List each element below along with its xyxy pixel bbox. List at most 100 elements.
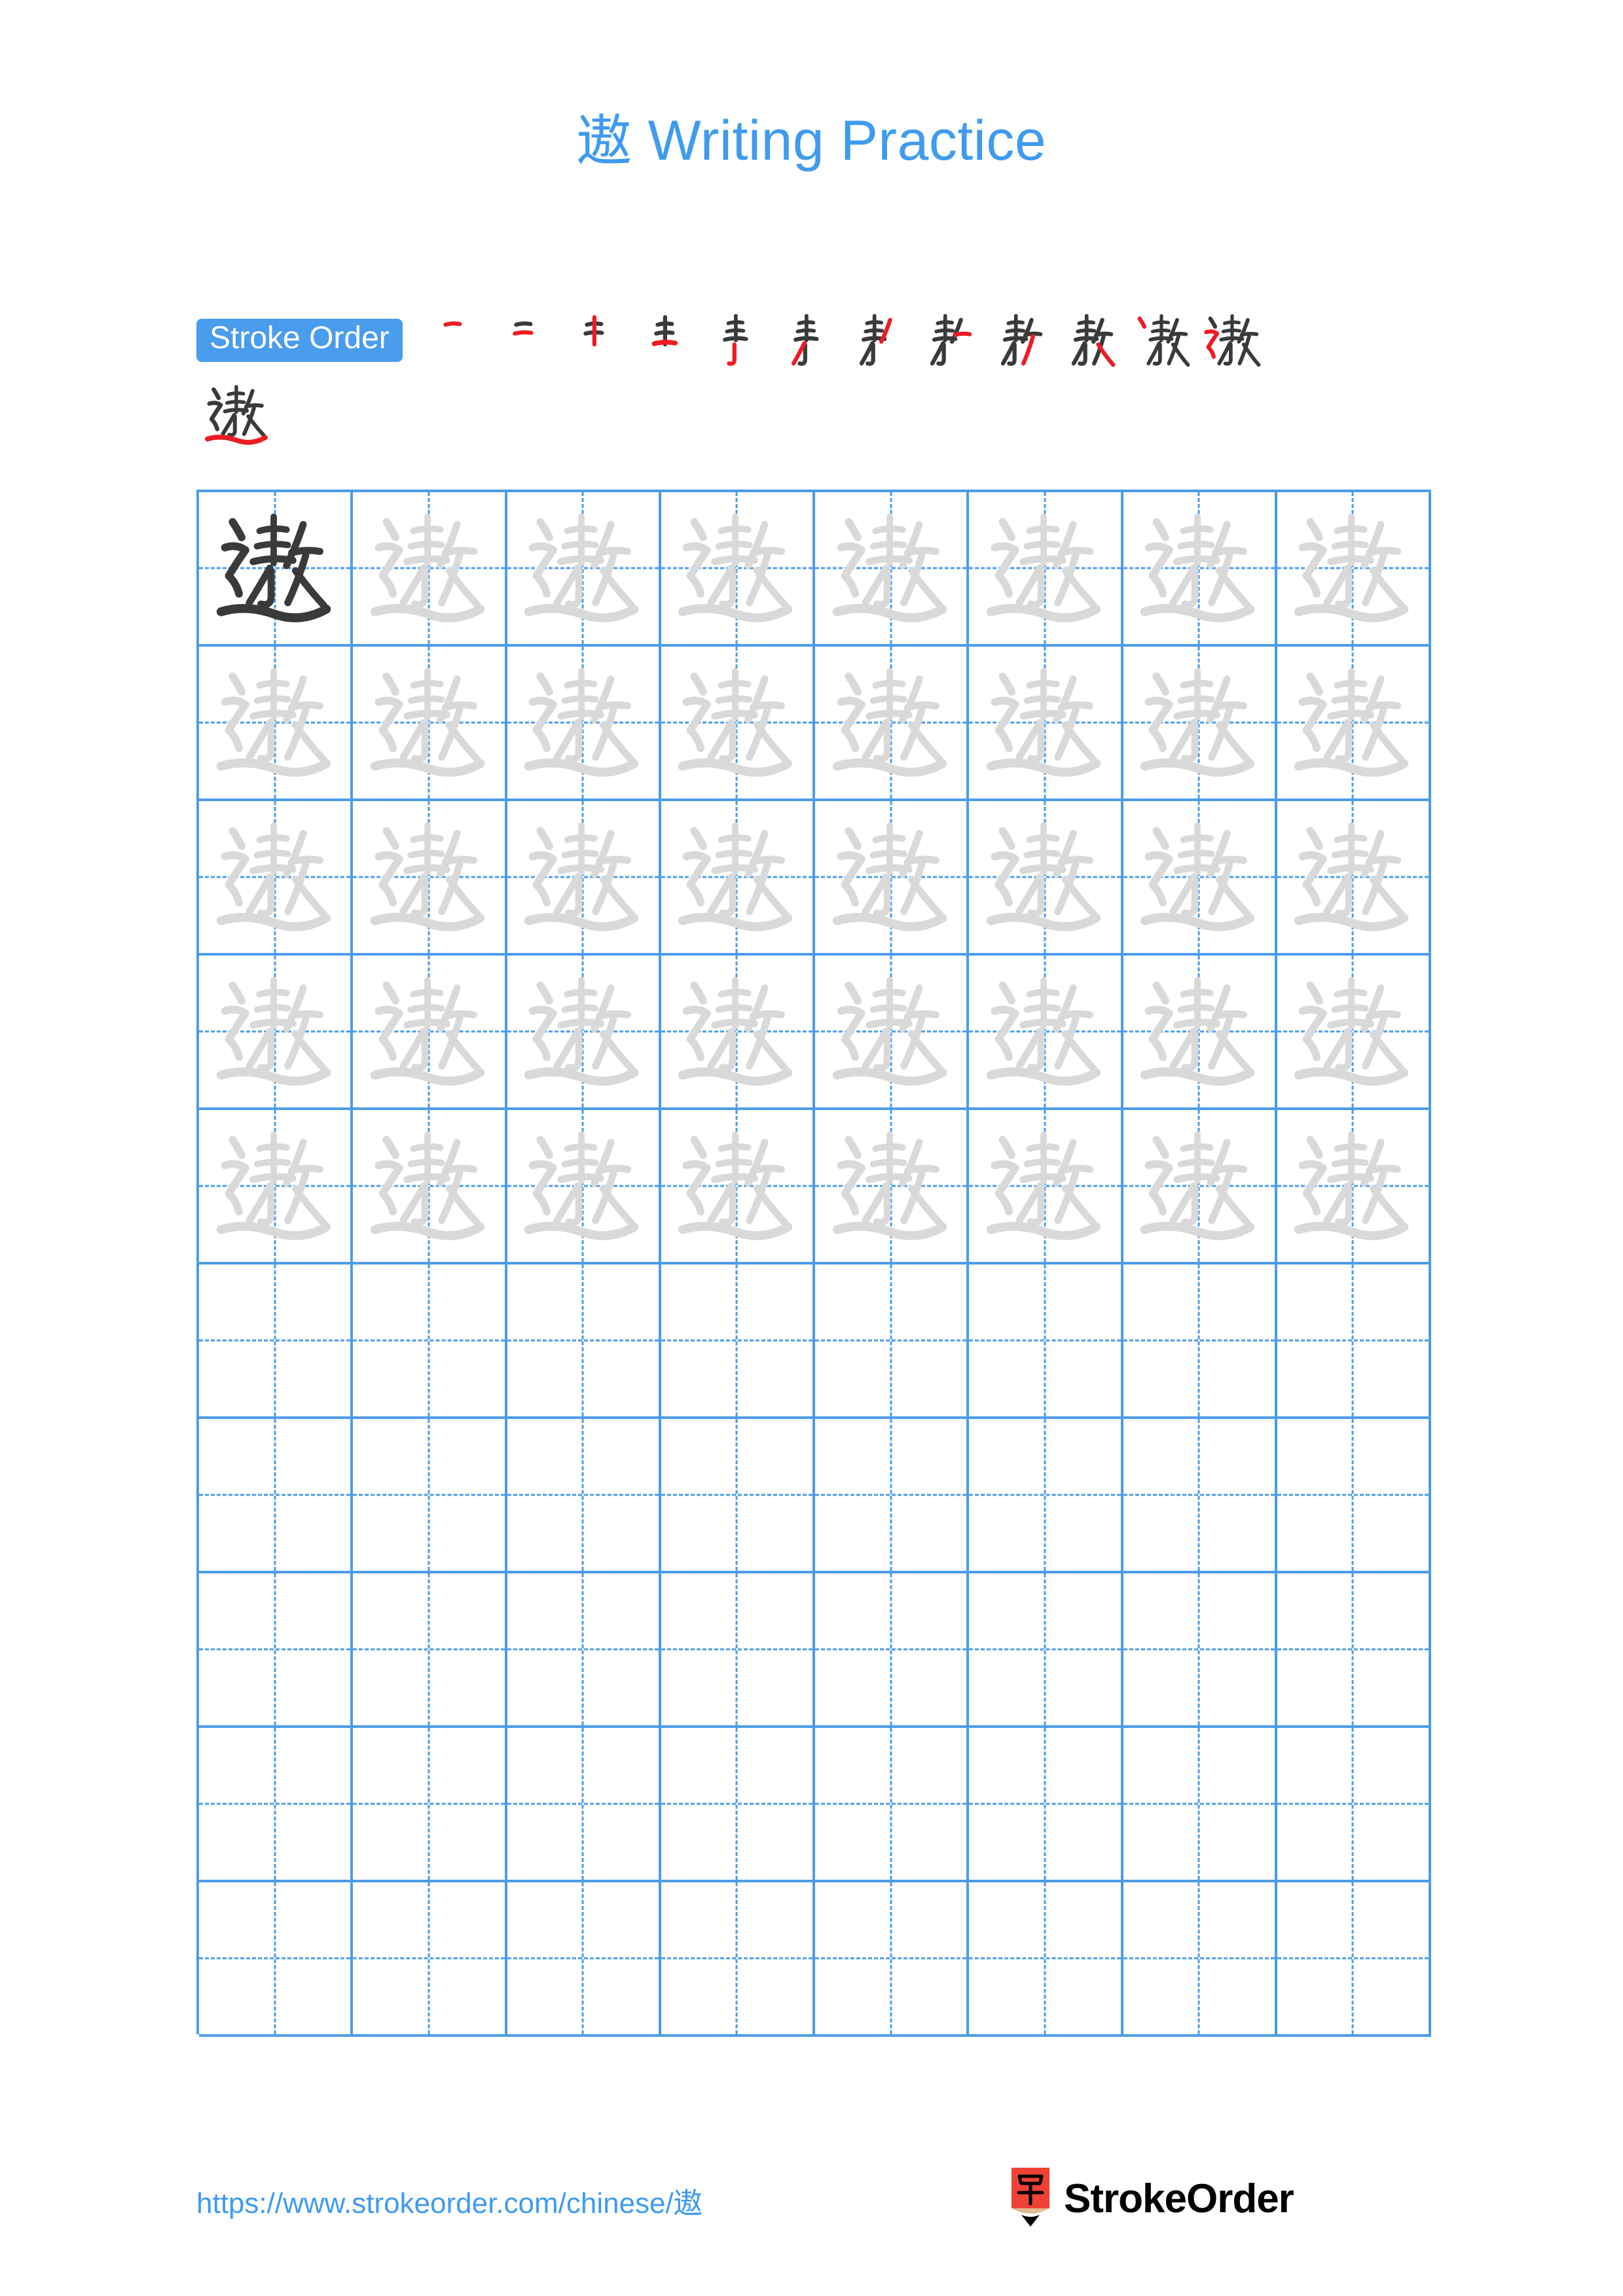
practice-cell[interactable] — [199, 647, 354, 801]
practice-cell[interactable] — [661, 647, 815, 801]
practice-cell[interactable] — [199, 1265, 354, 1419]
practice-cell[interactable] — [1277, 956, 1431, 1110]
practice-cell[interactable] — [661, 1110, 815, 1265]
practice-cell[interactable] — [1123, 1728, 1277, 1882]
stroke-step-9 — [985, 306, 1056, 374]
practice-cell[interactable] — [969, 1573, 1123, 1728]
trace-character — [661, 956, 812, 1107]
practice-cell[interactable] — [661, 1882, 815, 2037]
practice-cell[interactable] — [1277, 1882, 1431, 2037]
practice-cell[interactable] — [661, 1265, 815, 1419]
practice-cell[interactable] — [661, 1419, 815, 1573]
guide-line-horizontal — [199, 1957, 351, 1960]
practice-cell[interactable] — [815, 1728, 970, 1882]
practice-cell[interactable] — [661, 1728, 815, 1882]
practice-cell[interactable] — [661, 801, 815, 956]
practice-cell[interactable] — [353, 1573, 507, 1728]
trace-character — [1277, 956, 1429, 1107]
practice-cell[interactable] — [815, 1882, 970, 2037]
practice-cell[interactable] — [1277, 1728, 1431, 1882]
trace-character — [1277, 647, 1429, 798]
practice-cell[interactable] — [199, 801, 354, 956]
practice-cell[interactable] — [815, 492, 970, 647]
practice-cell[interactable] — [353, 1728, 507, 1882]
footer-url[interactable]: https://www.strokeorder.com/chinese/遨 — [196, 2179, 702, 2221]
practice-cell[interactable] — [1277, 492, 1431, 647]
practice-cell[interactable] — [199, 1882, 354, 2037]
practice-cell[interactable] — [815, 1419, 970, 1573]
practice-cell[interactable] — [1277, 801, 1431, 956]
practice-cell[interactable] — [353, 1882, 507, 2037]
practice-cell[interactable] — [353, 1110, 507, 1265]
practice-cell[interactable] — [507, 801, 661, 956]
guide-line-horizontal — [1277, 1648, 1429, 1651]
practice-cell[interactable] — [353, 1265, 507, 1419]
practice-cell[interactable] — [199, 492, 354, 647]
practice-cell[interactable] — [1123, 1882, 1277, 2037]
guide-line-horizontal — [199, 1648, 351, 1651]
practice-cell[interactable] — [661, 492, 815, 647]
trace-character — [969, 956, 1120, 1107]
practice-cell[interactable] — [1123, 1573, 1277, 1728]
practice-cell[interactable] — [1123, 956, 1277, 1110]
practice-cell[interactable] — [969, 1882, 1123, 2037]
practice-cell[interactable] — [969, 647, 1123, 801]
practice-cell[interactable] — [507, 1573, 661, 1728]
practice-cell[interactable] — [815, 801, 970, 956]
practice-cell[interactable] — [969, 801, 1123, 956]
practice-cell[interactable] — [353, 801, 507, 956]
practice-cell[interactable] — [969, 492, 1123, 647]
practice-cell[interactable] — [353, 1419, 507, 1573]
trace-character — [815, 1110, 966, 1262]
brand-logo[interactable]: StrokeOrder — [1010, 2168, 1294, 2231]
practice-cell[interactable] — [1123, 1110, 1277, 1265]
practice-cell[interactable] — [507, 1110, 661, 1265]
guide-line-horizontal — [199, 1494, 351, 1496]
practice-cell[interactable] — [507, 1419, 661, 1573]
guide-line-horizontal — [815, 1648, 967, 1651]
practice-cell[interactable] — [815, 1110, 970, 1265]
practice-cell[interactable] — [1123, 647, 1277, 801]
practice-cell[interactable] — [199, 1419, 354, 1573]
practice-cell[interactable] — [1123, 801, 1277, 956]
practice-cell[interactable] — [969, 956, 1123, 1110]
practice-cell[interactable] — [969, 1419, 1123, 1573]
practice-cell[interactable] — [1277, 1110, 1431, 1265]
practice-cell[interactable] — [815, 1265, 970, 1419]
practice-cell[interactable] — [199, 956, 354, 1110]
practice-cell[interactable] — [507, 492, 661, 647]
practice-grid-row — [199, 1573, 1431, 1728]
practice-cell[interactable] — [1277, 1265, 1431, 1419]
practice-cell[interactable] — [1123, 1419, 1277, 1573]
practice-cell[interactable] — [661, 1573, 815, 1728]
practice-cell[interactable] — [507, 1728, 661, 1882]
practice-cell[interactable] — [1123, 1265, 1277, 1419]
practice-cell[interactable] — [1123, 492, 1277, 647]
practice-cell[interactable] — [969, 1265, 1123, 1419]
practice-cell[interactable] — [353, 956, 507, 1110]
practice-cell[interactable] — [353, 492, 507, 647]
practice-cell[interactable] — [1277, 1573, 1431, 1728]
practice-cell[interactable] — [507, 1882, 661, 2037]
practice-cell[interactable] — [199, 1573, 354, 1728]
practice-cell[interactable] — [199, 1110, 354, 1265]
practice-cell[interactable] — [815, 647, 970, 801]
practice-cell[interactable] — [1277, 647, 1431, 801]
stroke-step-6 — [773, 306, 844, 374]
practice-cell[interactable] — [507, 956, 661, 1110]
practice-grid-row — [199, 1265, 1431, 1419]
guide-line-horizontal — [507, 1803, 659, 1805]
practice-cell[interactable] — [507, 647, 661, 801]
practice-cell[interactable] — [1277, 1419, 1431, 1573]
practice-cell[interactable] — [815, 956, 970, 1110]
practice-cell[interactable] — [199, 1728, 354, 1882]
practice-cell[interactable] — [507, 1265, 661, 1419]
guide-line-horizontal — [1123, 1648, 1275, 1651]
practice-cell[interactable] — [353, 647, 507, 801]
practice-cell[interactable] — [969, 1728, 1123, 1882]
practice-cell[interactable] — [815, 1573, 970, 1728]
guide-line-horizontal — [661, 1339, 812, 1342]
stroke-order-section: Stroke Order — [196, 305, 1434, 450]
practice-cell[interactable] — [969, 1110, 1123, 1265]
practice-cell[interactable] — [661, 956, 815, 1110]
